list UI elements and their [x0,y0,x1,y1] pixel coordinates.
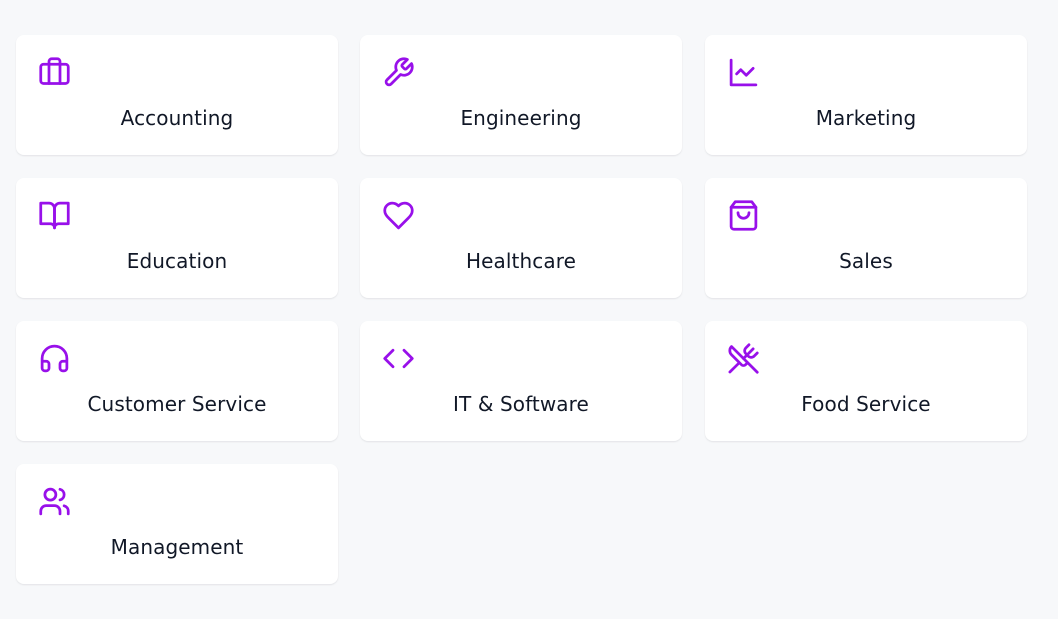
category-label: Education [126,249,228,273]
users-icon [38,485,71,518]
category-label: Food Service [801,392,931,416]
category-card-marketing[interactable]: Marketing [705,35,1027,155]
category-grid: Accounting Engineering Marketing Educati… [0,0,1058,619]
category-label: IT & Software [453,392,589,416]
category-card-sales[interactable]: Sales [705,178,1027,298]
utensils-crossed-icon [727,342,760,375]
open-book-icon [38,199,71,232]
category-card-it-software[interactable]: IT & Software [360,321,682,441]
category-card-management[interactable]: Management [16,464,338,584]
category-label: Sales [839,249,893,273]
headphones-icon [38,342,71,375]
line-chart-icon [727,56,760,89]
category-card-healthcare[interactable]: Healthcare [360,178,682,298]
category-card-food-service[interactable]: Food Service [705,321,1027,441]
category-card-accounting[interactable]: Accounting [16,35,338,155]
category-label: Healthcare [465,249,576,273]
category-label: Accounting [120,106,234,130]
category-card-customer-service[interactable]: Customer Service [16,321,338,441]
shopping-bag-icon [727,199,760,232]
category-card-education[interactable]: Education [16,178,338,298]
heart-icon [382,199,415,232]
category-label: Engineering [460,106,582,130]
category-label: Management [110,535,244,559]
category-label: Customer Service [87,392,267,416]
category-card-engineering[interactable]: Engineering [360,35,682,155]
code-icon [382,342,415,375]
briefcase-icon [38,56,71,89]
category-label: Marketing [815,106,917,130]
wrench-icon [382,56,415,89]
